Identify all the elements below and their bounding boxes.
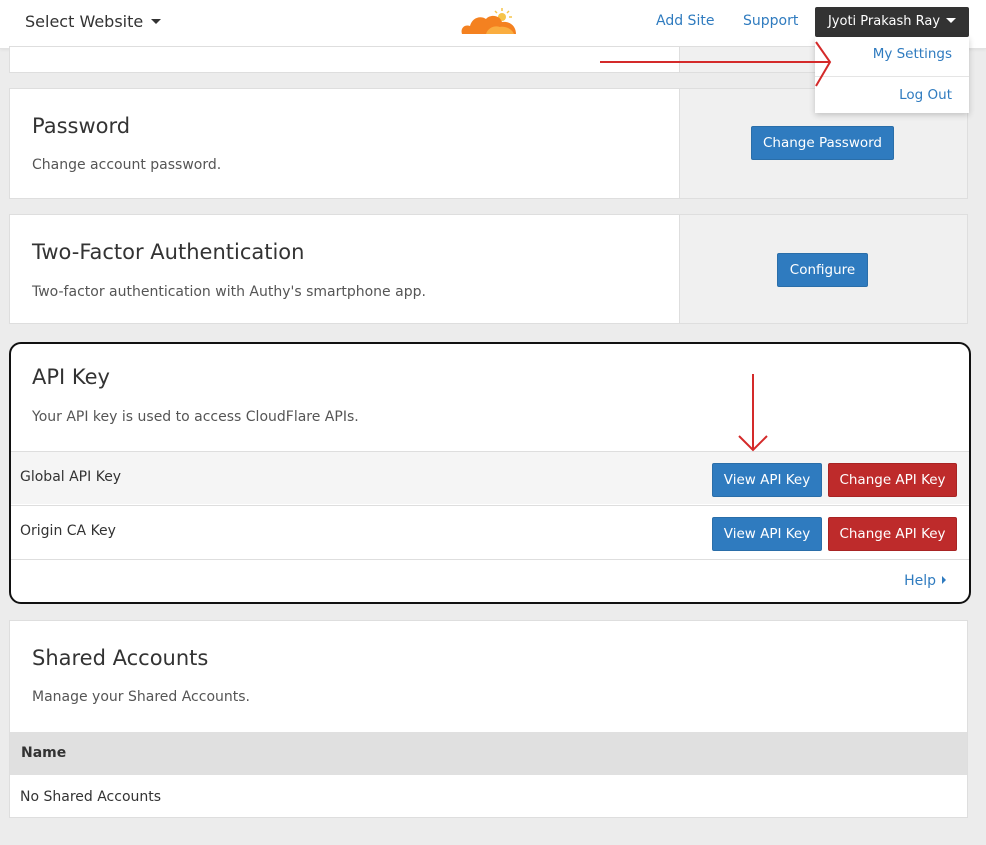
help-link[interactable]: Help bbox=[904, 573, 946, 589]
api-row-global: Global API Key View API Key Change API K… bbox=[11, 451, 969, 504]
menu-divider bbox=[815, 76, 969, 77]
cloudflare-logo[interactable] bbox=[456, 6, 522, 38]
column-header-name: Name bbox=[21, 745, 67, 761]
chevron-down-icon bbox=[946, 18, 957, 23]
help-divider bbox=[11, 559, 969, 560]
shared-accounts-title: Shared Accounts bbox=[32, 646, 209, 670]
change-password-button[interactable]: Change Password bbox=[751, 126, 894, 160]
password-title: Password bbox=[32, 114, 131, 138]
two-factor-title: Two-Factor Authentication bbox=[32, 240, 305, 264]
select-website-label: Select Website bbox=[25, 12, 144, 31]
view-global-api-key-button[interactable]: View API Key bbox=[712, 463, 822, 497]
api-row-origin-ca: Origin CA Key View API Key Change API Ke… bbox=[11, 505, 969, 558]
card-side-panel: Configure bbox=[679, 215, 967, 323]
configure-button[interactable]: Configure bbox=[777, 253, 868, 287]
empty-table-message: No Shared Accounts bbox=[20, 789, 162, 805]
chevron-down-icon bbox=[151, 19, 162, 24]
menu-item-log-out[interactable]: Log Out bbox=[899, 87, 952, 103]
password-description: Change account password. bbox=[32, 157, 222, 173]
table-header: Name bbox=[10, 732, 967, 775]
row-label: Origin CA Key bbox=[20, 523, 116, 539]
shared-accounts-description: Manage your Shared Accounts. bbox=[32, 689, 250, 705]
api-key-card: API Key Your API key is used to access C… bbox=[9, 342, 971, 604]
row-label: Global API Key bbox=[20, 469, 122, 485]
user-menu-button[interactable]: Jyoti Prakash Ray bbox=[815, 7, 969, 37]
change-global-api-key-button[interactable]: Change API Key bbox=[828, 463, 957, 497]
change-origin-ca-key-button[interactable]: Change API Key bbox=[828, 517, 957, 551]
add-site-link[interactable]: Add Site bbox=[656, 13, 714, 29]
api-key-title: API Key bbox=[32, 365, 110, 389]
view-origin-ca-key-button[interactable]: View API Key bbox=[712, 517, 822, 551]
two-factor-description: Two-factor authentication with Authy's s… bbox=[32, 284, 426, 300]
user-dropdown-menu: My Settings Log Out bbox=[815, 37, 969, 113]
menu-item-my-settings[interactable]: My Settings bbox=[873, 46, 952, 62]
help-label: Help bbox=[904, 573, 936, 589]
select-website-dropdown[interactable]: Select Website bbox=[25, 12, 162, 31]
shared-accounts-card: Shared Accounts Manage your Shared Accou… bbox=[9, 620, 968, 818]
caret-right-icon bbox=[942, 576, 946, 584]
user-name: Jyoti Prakash Ray bbox=[827, 14, 941, 29]
support-link[interactable]: Support bbox=[743, 13, 798, 29]
two-factor-card: Two-Factor Authentication Two-factor aut… bbox=[9, 214, 968, 324]
api-key-description: Your API key is used to access CloudFlar… bbox=[32, 409, 359, 425]
